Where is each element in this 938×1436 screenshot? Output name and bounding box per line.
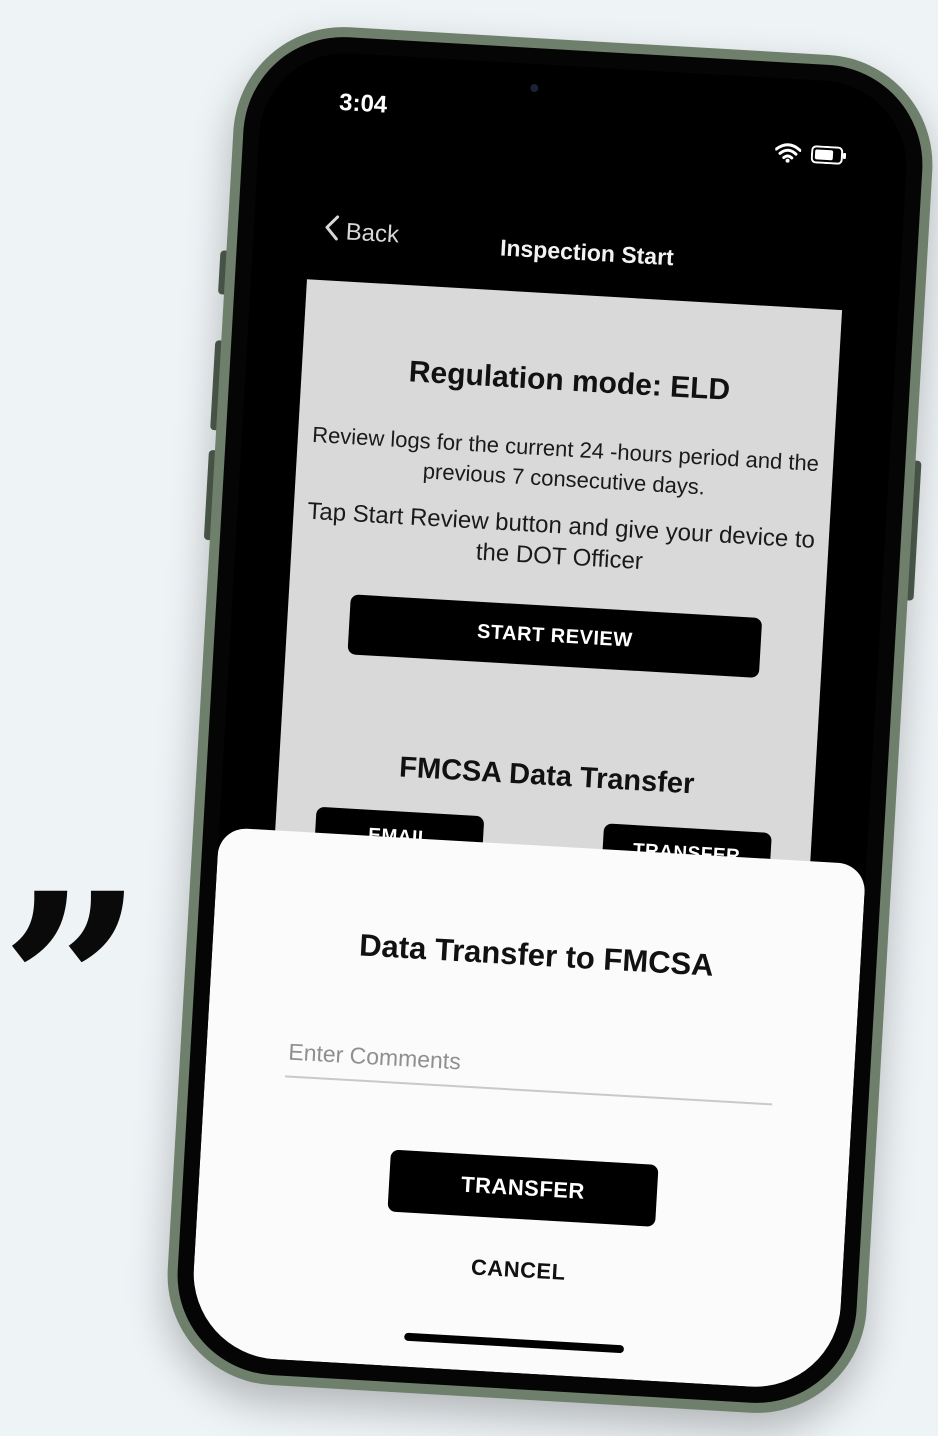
home-indicator[interactable] xyxy=(404,1332,625,1354)
camera-icon xyxy=(530,83,539,93)
review-description: Review logs for the current 24 -hours pe… xyxy=(311,421,820,500)
battery-icon xyxy=(810,145,847,170)
dialog-transfer-button[interactable]: TRANSFER xyxy=(387,1149,659,1227)
quote-mark-icon: ” xyxy=(0,838,144,1132)
phone-mockup: 3:04 Back Inspection Start Regulation mo… xyxy=(161,20,938,1420)
status-time: 3:04 xyxy=(338,88,388,119)
review-instruction: Tap Start Review button and give your de… xyxy=(306,497,816,576)
comments-input[interactable] xyxy=(284,1027,776,1106)
data-transfer-dialog: Data Transfer to FMCSA TRANSFER CANCEL xyxy=(188,827,867,1392)
cancel-button[interactable]: CANCEL xyxy=(194,1238,842,1301)
nav-title: Inspection Start xyxy=(499,234,675,271)
regulation-mode-title: Regulation mode: ELD xyxy=(408,355,732,407)
status-icons xyxy=(774,142,847,171)
dialog-title: Data Transfer to FMCSA xyxy=(358,927,715,983)
phone-screen: 3:04 Back Inspection Start Regulation mo… xyxy=(188,48,912,1392)
fmcsa-data-transfer-title: FMCSA Data Transfer xyxy=(398,751,696,801)
start-review-button[interactable]: START REVIEW xyxy=(347,594,763,678)
page: ” 3:04 Back Inspection Start Regulation … xyxy=(0,0,938,1436)
wifi-icon xyxy=(774,142,802,168)
